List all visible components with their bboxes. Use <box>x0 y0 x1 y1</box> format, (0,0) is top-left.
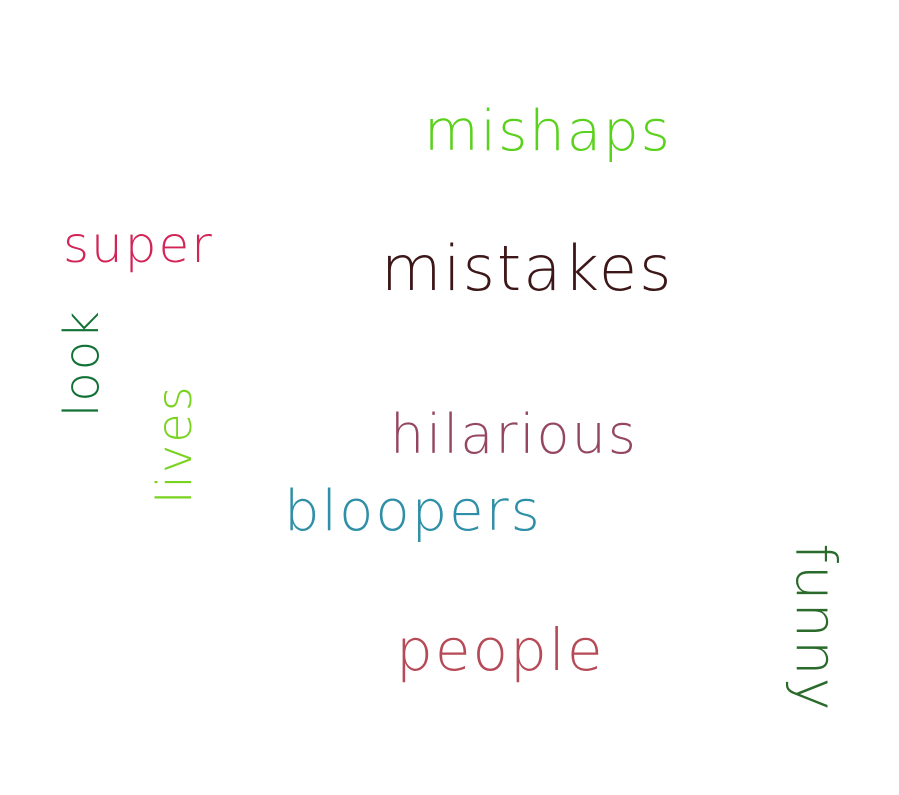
word-mistakes: mistakes <box>381 232 674 305</box>
word-super: super <box>63 216 214 274</box>
word-bloopers: bloopers <box>284 479 542 544</box>
word-lives: lives <box>146 384 203 504</box>
word-look: look <box>53 309 110 417</box>
word-funny: funny <box>782 543 848 713</box>
word-cloud: mishaps mistakes super look lives hilari… <box>0 0 899 795</box>
word-hilarious: hilarious <box>390 403 638 466</box>
word-people: people <box>396 616 605 684</box>
word-mishaps: mishaps <box>424 99 672 164</box>
